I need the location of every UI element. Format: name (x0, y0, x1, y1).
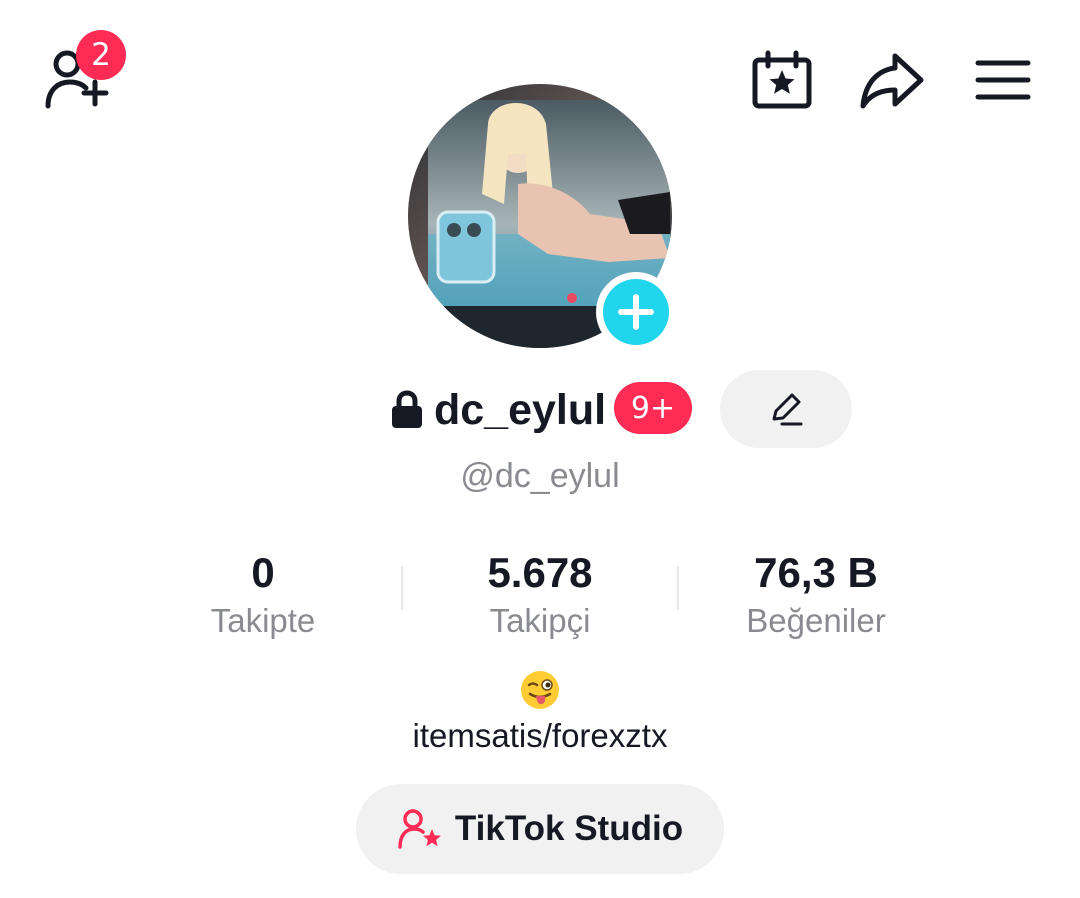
pencil-icon (772, 393, 803, 426)
following-count: 0 (251, 549, 275, 596)
stat-likes[interactable]: 76,3 B Beğeniler (696, 546, 936, 642)
friend-request-badge: 2 (76, 30, 126, 80)
notification-badge[interactable]: 9+ (614, 382, 692, 434)
menu-button[interactable] (970, 48, 1036, 112)
followers-label: Takipçi (489, 602, 591, 639)
bio: itemsatis/forexztx (0, 670, 1080, 757)
profile-name-row: dc_eylul 9+ (0, 370, 1080, 448)
calendar-button[interactable] (746, 44, 818, 116)
bio-text: itemsatis/forexztx (412, 717, 668, 754)
username: @dc_eylul (460, 457, 620, 495)
person-star-icon (398, 809, 441, 849)
plus-icon (618, 294, 654, 330)
stat-divider (677, 566, 679, 610)
likes-count: 76,3 B (754, 549, 878, 596)
display-name: dc_eylul (434, 386, 607, 434)
lock-icon (392, 390, 422, 428)
add-avatar-button[interactable] (596, 272, 676, 352)
profile-stats: 0 Takipte 5.678 Takipçi 76,3 B Beğeniler (0, 546, 1080, 646)
profile-avatar-container (408, 84, 676, 352)
share-arrow-icon (860, 53, 924, 109)
likes-label: Beğeniler (746, 602, 886, 639)
following-label: Takipte (210, 602, 316, 639)
tiktok-studio-label: TikTok Studio (454, 809, 684, 848)
stat-divider (401, 566, 403, 610)
stat-followers[interactable]: 5.678 Takipçi (420, 546, 660, 642)
stat-following[interactable]: 0 Takipte (143, 546, 383, 642)
hamburger-menu-icon (975, 60, 1031, 100)
share-button[interactable] (856, 44, 928, 116)
edit-profile-button[interactable] (720, 370, 852, 448)
tiktok-studio-button[interactable]: TikTok Studio (356, 784, 724, 874)
winking-tongue-emoji-icon (521, 671, 559, 709)
calendar-star-icon (752, 50, 812, 109)
followers-count: 5.678 (487, 549, 593, 596)
